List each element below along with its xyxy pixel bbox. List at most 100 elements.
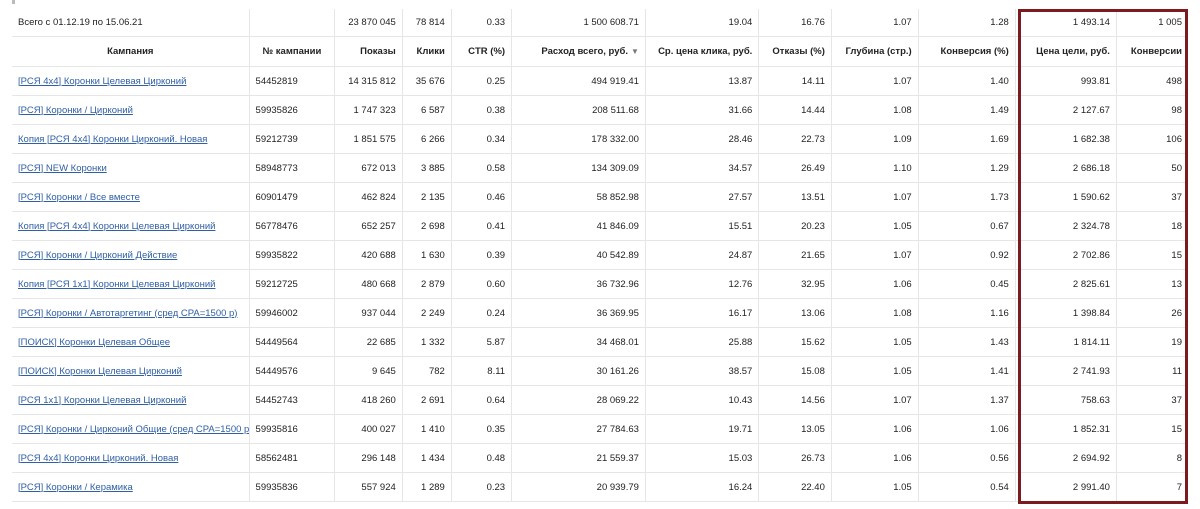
impressions-cell: 1 747 323 bbox=[334, 95, 403, 125]
clicks-cell: 2 249 bbox=[402, 298, 452, 328]
conversion-rate-cell: 0.54 bbox=[918, 472, 1016, 502]
ctr-cell: 0.38 bbox=[451, 95, 513, 125]
column-header-clicks[interactable]: Клики bbox=[402, 36, 452, 67]
campaign-link[interactable]: [РСЯ] Коронки / Автотаргетинг (сред CPA=… bbox=[18, 308, 237, 319]
totals-row: Всего с 01.12.19 по 15.06.21 23 870 045 … bbox=[12, 9, 1188, 37]
column-header-campaign[interactable]: Кампания bbox=[12, 36, 250, 67]
avg-cpc-cell: 24.87 bbox=[645, 240, 760, 270]
goal-cost-cell: 2 127.67 bbox=[1015, 95, 1117, 125]
campaign-name-cell: [РСЯ] NEW Коронки bbox=[12, 153, 250, 183]
column-header-conversions[interactable]: Конверсии bbox=[1116, 36, 1188, 67]
bounces-cell: 20.23 bbox=[758, 211, 832, 241]
campaign-link[interactable]: [РСЯ] Коронки / Керамика bbox=[18, 482, 133, 493]
conversions-cell: 15 bbox=[1116, 240, 1188, 270]
campaign-link[interactable]: [РСЯ] Коронки / Цирконий bbox=[18, 105, 133, 116]
campaign-link[interactable]: Копия [РСЯ 4x4] Коронки Целевая Цирконий bbox=[18, 221, 215, 232]
table-row: [РСЯ] Коронки / Автотаргетинг (сред CPA=… bbox=[12, 298, 1188, 328]
column-header-bounces[interactable]: Отказы (%) bbox=[758, 36, 832, 67]
column-header-goal-cost[interactable]: Цена цели, руб. bbox=[1015, 36, 1117, 67]
bounces-cell: 32.95 bbox=[758, 269, 832, 299]
depth-cell: 1.05 bbox=[831, 211, 919, 241]
campaign-id-cell: 59946002 bbox=[249, 298, 336, 328]
goal-cost-cell: 993.81 bbox=[1015, 66, 1117, 96]
column-header-conversion-rate[interactable]: Конверсия (%) bbox=[918, 36, 1016, 67]
totals-ctr: 0.33 bbox=[451, 9, 513, 37]
table-row: [РСЯ 4x4] Коронки Цирконий. Новая 5856248… bbox=[12, 443, 1188, 473]
bounces-cell: 13.06 bbox=[758, 298, 832, 328]
campaign-link[interactable]: [РСЯ 4x4] Коронки Целевая Цирконий bbox=[18, 76, 186, 87]
goal-cost-cell: 2 324.78 bbox=[1015, 211, 1117, 241]
spend-cell: 36 369.95 bbox=[511, 298, 646, 328]
campaign-link[interactable]: [РСЯ 1x1] Коронки Целевая Цирконий bbox=[18, 395, 186, 406]
ctr-cell: 0.48 bbox=[451, 443, 513, 473]
campaign-id-cell: 56778476 bbox=[249, 211, 336, 241]
totals-avg-cpc: 19.04 bbox=[645, 9, 760, 37]
campaign-id-cell: 58562481 bbox=[249, 443, 336, 473]
depth-cell: 1.05 bbox=[831, 356, 919, 386]
clicks-cell: 35 676 bbox=[402, 66, 452, 96]
goal-cost-cell: 2 694.92 bbox=[1015, 443, 1117, 473]
totals-bounces: 16.76 bbox=[758, 9, 832, 37]
campaign-id-cell: 59212739 bbox=[249, 124, 336, 154]
campaign-id-cell: 59935816 bbox=[249, 414, 336, 444]
campaign-name-cell: [РСЯ 1x1] Коронки Целевая Цирконий bbox=[12, 385, 250, 415]
ctr-cell: 0.60 bbox=[451, 269, 513, 299]
campaign-id-cell: 59935822 bbox=[249, 240, 336, 270]
spend-cell: 208 511.68 bbox=[511, 95, 646, 125]
campaign-link[interactable]: Копия [РСЯ 4x4] Коронки Цирконий. Новая bbox=[18, 134, 207, 145]
campaign-link[interactable]: [РСЯ 4x4] Коронки Цирконий. Новая bbox=[18, 453, 178, 464]
column-header-spend[interactable]: Расход всего, руб. ▼ bbox=[511, 36, 646, 67]
column-header-depth[interactable]: Глубина (стр.) bbox=[831, 36, 919, 67]
campaign-link[interactable]: [ПОИСК] Коронки Целевая Цирконий bbox=[18, 366, 182, 377]
campaign-id-cell: 59935826 bbox=[249, 95, 336, 125]
conversion-rate-cell: 1.37 bbox=[918, 385, 1016, 415]
campaign-id-cell: 54452819 bbox=[249, 66, 336, 96]
depth-cell: 1.08 bbox=[831, 95, 919, 125]
table-row: Копия [РСЯ 1x1] Коронки Целевая Цирконий… bbox=[12, 269, 1188, 299]
campaign-link[interactable]: [РСЯ] Коронки / Все вместе bbox=[18, 192, 140, 203]
campaign-name-cell: [РСЯ] Коронки / Цирконий Общие (сред CPA… bbox=[12, 414, 250, 444]
column-header-campaign-id[interactable]: № кампании bbox=[249, 36, 336, 67]
campaign-id-cell: 59935836 bbox=[249, 472, 336, 502]
depth-cell: 1.06 bbox=[831, 414, 919, 444]
conversions-cell: 8 bbox=[1116, 443, 1188, 473]
campaign-name-cell: [ПОИСК] Коронки Целевая Цирконий bbox=[12, 356, 250, 386]
column-header-avg-cpc[interactable]: Ср. цена клика, руб. bbox=[645, 36, 760, 67]
impressions-cell: 937 044 bbox=[334, 298, 403, 328]
totals-conversion-rate: 1.28 bbox=[918, 9, 1016, 37]
goal-cost-cell: 1 398.84 bbox=[1015, 298, 1117, 328]
campaign-link[interactable]: [ПОИСК] Коронки Целевая Общее bbox=[18, 337, 170, 348]
impressions-cell: 672 013 bbox=[334, 153, 403, 183]
campaign-link[interactable]: [РСЯ] Коронки / Цирконий Действие bbox=[18, 250, 177, 261]
campaign-link[interactable]: [РСЯ] NEW Коронки bbox=[18, 163, 107, 174]
clicks-cell: 6 587 bbox=[402, 95, 452, 125]
conversions-cell: 13 bbox=[1116, 269, 1188, 299]
ctr-cell: 8.11 bbox=[451, 356, 513, 386]
bounces-cell: 22.40 bbox=[758, 472, 832, 502]
campaign-link[interactable]: [РСЯ] Коронки / Цирконий Общие (сред CPA… bbox=[18, 424, 248, 435]
table-row: Копия [РСЯ 4x4] Коронки Целевая Цирконий… bbox=[12, 211, 1188, 241]
bounces-cell: 26.49 bbox=[758, 153, 832, 183]
campaign-link[interactable]: Копия [РСЯ 1x1] Коронки Целевая Цирконий bbox=[18, 279, 215, 290]
sort-down-icon[interactable]: ▼ bbox=[631, 47, 639, 56]
goal-cost-cell: 1 590.62 bbox=[1015, 182, 1117, 212]
conversions-cell: 37 bbox=[1116, 182, 1188, 212]
goal-cost-cell: 758.63 bbox=[1015, 385, 1117, 415]
clicks-cell: 2 135 bbox=[402, 182, 452, 212]
conversions-cell: 15 bbox=[1116, 414, 1188, 444]
ctr-cell: 0.25 bbox=[451, 66, 513, 96]
ctr-cell: 0.58 bbox=[451, 153, 513, 183]
totals-clicks: 78 814 bbox=[402, 9, 452, 37]
column-header-impressions[interactable]: Показы bbox=[334, 36, 403, 67]
clicks-cell: 6 266 bbox=[402, 124, 452, 154]
spend-cell: 58 852.98 bbox=[511, 182, 646, 212]
clicks-cell: 1 332 bbox=[402, 327, 452, 357]
bounces-cell: 13.51 bbox=[758, 182, 832, 212]
table-row: [РСЯ] Коронки / Цирконий 59935826 1 747 32… bbox=[12, 95, 1188, 125]
totals-label: Всего с 01.12.19 по 15.06.21 bbox=[12, 9, 250, 37]
clicks-cell: 1 630 bbox=[402, 240, 452, 270]
campaign-name-cell: [РСЯ] Коронки / Цирконий bbox=[12, 95, 250, 125]
column-header-ctr[interactable]: CTR (%) bbox=[451, 36, 513, 67]
ctr-cell: 0.24 bbox=[451, 298, 513, 328]
impressions-cell: 14 315 812 bbox=[334, 66, 403, 96]
